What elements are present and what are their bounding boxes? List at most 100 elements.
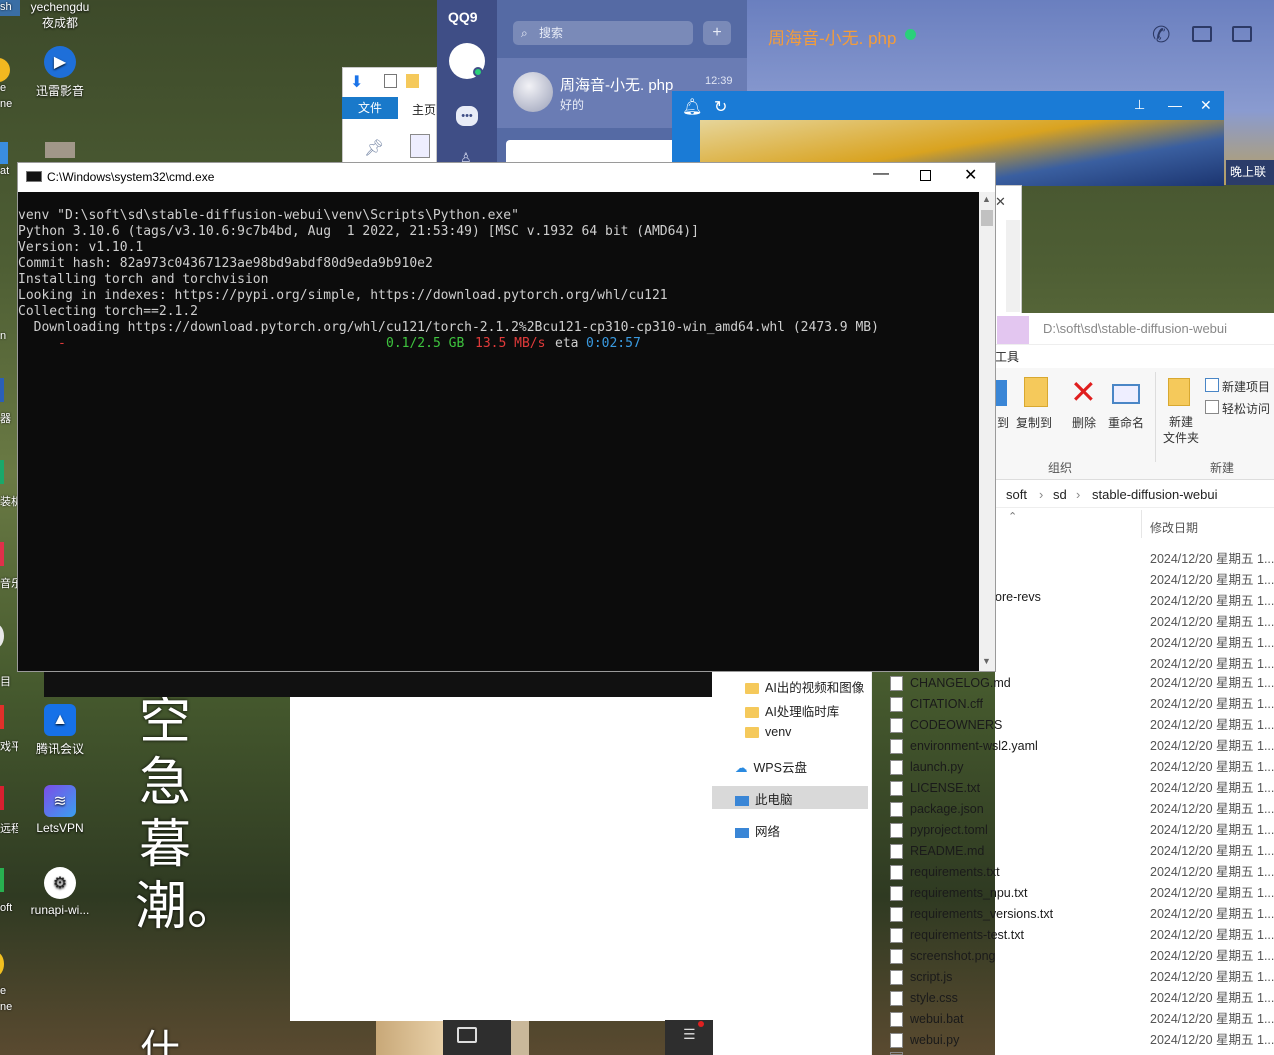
desktop-app-icon[interactable]	[0, 460, 4, 484]
file-name-partial[interactable]: ore-revs	[995, 590, 1041, 604]
file-row[interactable]: screenshot.png 2024/12/20 星期五 1...	[890, 946, 1274, 967]
rename-icon[interactable]	[1112, 384, 1140, 404]
file-row[interactable]: webui.bat 2024/12/20 星期五 1...	[890, 1009, 1274, 1030]
move-to-button[interactable]: 到	[997, 414, 1009, 431]
close-icon[interactable]: ✕	[964, 165, 977, 185]
qq-message-icon[interactable]: •••	[456, 106, 478, 126]
ribbon-tab-tools[interactable]: 工具	[995, 348, 1019, 365]
nav-item-folder[interactable]: AI处理临时库	[745, 701, 839, 720]
file-row[interactable]: CODEOWNERS 2024/12/20 星期五 1...	[890, 715, 1274, 736]
file-row[interactable]: script.js 2024/12/20 星期五 1...	[890, 967, 1274, 988]
file-icon	[890, 928, 903, 943]
file-row[interactable]: launch.py 2024/12/20 星期五 1...	[890, 757, 1274, 778]
folder-icon[interactable]	[457, 1027, 477, 1043]
video-icon[interactable]	[1192, 26, 1212, 42]
easy-access-button[interactable]: 轻松访问	[1222, 400, 1270, 417]
desktop-icon-runapi[interactable]: ⚙ runapi-wi...	[20, 867, 100, 917]
refresh-icon[interactable]: ↻	[714, 97, 727, 117]
new-item-icon[interactable]	[1205, 378, 1219, 392]
close-icon[interactable]: ✕	[1200, 97, 1212, 114]
qq-user-avatar[interactable]	[449, 43, 485, 79]
checkbox-icon[interactable]	[384, 74, 397, 88]
file-row[interactable]: environment-wsl2.yaml 2024/12/20 星期五 1...	[890, 736, 1274, 757]
file-row[interactable]: requirements-test.txt 2024/12/20 星期五 1...	[890, 925, 1274, 946]
nav-item-network[interactable]: 网络	[735, 821, 780, 840]
desktop-user-label[interactable]: yechengdu 夜成都	[28, 0, 92, 31]
file-row[interactable]: CITATION.cff 2024/12/20 星期五 1...	[890, 694, 1274, 715]
download-icon[interactable]: ⬇	[350, 72, 363, 92]
copy-icon[interactable]	[410, 134, 430, 158]
close-icon[interactable]: ✕	[995, 194, 1006, 210]
file-row[interactable]: package.json 2024/12/20 星期五 1...	[890, 799, 1274, 820]
desktop-icon-tencent-meeting[interactable]: ▲ 腾讯会议	[20, 704, 100, 757]
column-header-modified[interactable]: 修改日期	[1150, 519, 1198, 536]
nav-item-folder[interactable]: AI出的视频和图像	[745, 677, 864, 696]
new-folder-icon[interactable]	[1168, 378, 1190, 406]
minimize-icon[interactable]: —	[1168, 97, 1182, 113]
explorer-path-title: D:\soft\sd\stable-diffusion-webui	[1043, 321, 1228, 336]
scrollbar[interactable]	[1006, 220, 1020, 312]
breadcrumb: soft › sd › stable-diffusion-webui	[995, 482, 1274, 508]
file-row[interactable]: CHANGELOG.md 2024/12/20 星期五 1...	[890, 673, 1274, 694]
file-row[interactable]: pyproject.toml 2024/12/20 星期五 1...	[890, 820, 1274, 841]
menu-icon[interactable]: ☰	[683, 1026, 696, 1043]
delete-button[interactable]: 删除	[1072, 414, 1096, 431]
file-icon	[890, 739, 903, 754]
file-row[interactable]: requirements_npu.txt 2024/12/20 星期五 1...	[890, 883, 1274, 904]
nav-item-label: WPS云盘	[753, 761, 807, 775]
file-row[interactable]: webui.py 2024/12/20 星期五 1...	[890, 1030, 1274, 1051]
desktop-app-icon[interactable]	[0, 624, 4, 648]
scroll-thumb[interactable]	[981, 210, 993, 226]
new-item-button[interactable]: 新建项目	[1222, 378, 1270, 395]
file-row[interactable]: style.css 2024/12/20 星期五 1...	[890, 988, 1274, 1009]
nav-item-folder[interactable]: venv	[745, 725, 791, 739]
qq-add-button[interactable]: +	[703, 21, 731, 45]
desktop-app-icon[interactable]	[0, 542, 4, 566]
breadcrumb-item[interactable]: stable-diffusion-webui	[1092, 482, 1218, 508]
tab-file[interactable]: 文件	[342, 97, 398, 119]
desktop-app-icon[interactable]	[0, 868, 4, 892]
minimize-icon[interactable]: —	[873, 165, 889, 183]
sort-up-icon[interactable]: ⌃	[1008, 510, 1017, 523]
file-row[interactable]: requirements.txt 2024/12/20 星期五 1...	[890, 862, 1274, 883]
breadcrumb-item[interactable]: soft	[1006, 482, 1027, 508]
scroll-up-icon[interactable]: ▲	[982, 194, 991, 204]
file-row[interactable]: README.md 2024/12/20 星期五 1...	[890, 841, 1274, 862]
phone-icon[interactable]: ✆	[1152, 22, 1170, 48]
copy-to-button[interactable]: 复制到	[1016, 414, 1052, 431]
desktop-strip-label: oft	[0, 902, 13, 914]
desktop-icon-xunlei[interactable]: ▶ 迅雷影音	[20, 46, 100, 99]
delete-icon[interactable]: ✕	[1070, 374, 1097, 410]
file-row[interactable]: requirements_versions.txt 2024/12/20 星期五 …	[890, 904, 1274, 925]
qq-search-input[interactable]: ⌕ 搜索	[513, 21, 693, 45]
new-folder-button[interactable]: 新建 文件夹	[1161, 414, 1201, 446]
tab-home[interactable]: 主页	[412, 101, 436, 118]
easy-access-icon[interactable]	[1205, 400, 1219, 414]
move-to-icon[interactable]	[995, 380, 1007, 406]
scroll-down-icon[interactable]: ▼	[982, 656, 991, 666]
cmd-line: Commit hash: 82a973c04367123ae98bd9abdf8…	[18, 256, 433, 271]
nav-item-wps-cloud[interactable]: ☁ WPS云盘	[735, 757, 807, 776]
desktop-icon-label: LetsVPN	[36, 821, 84, 835]
rename-button[interactable]: 重命名	[1108, 414, 1144, 431]
nav-item-this-pc[interactable]: 此电脑	[735, 789, 793, 808]
taskbar-item[interactable]	[443, 1020, 511, 1055]
screen-share-icon[interactable]	[1232, 26, 1252, 42]
breadcrumb-item[interactable]: sd	[1053, 482, 1067, 508]
cmd-output[interactable]: venv "D:\soft\sd\stable-diffusion-webui\…	[18, 192, 979, 671]
bell-icon[interactable]: 🔔︎	[682, 97, 702, 117]
desktop-icon-letsvpn[interactable]: ≋ LetsVPN	[20, 785, 100, 835]
desktop-app-icon[interactable]	[0, 786, 4, 810]
desktop-app-icon[interactable]	[0, 58, 10, 82]
desktop-app-icon[interactable]	[0, 142, 8, 164]
cmd-scrollbar[interactable]: ▲ ▼	[979, 192, 995, 671]
file-row[interactable]: LICENSE.txt 2024/12/20 星期五 1...	[890, 778, 1274, 799]
desktop-app-icon[interactable]	[0, 705, 4, 729]
desktop-app-icon[interactable]	[0, 378, 4, 402]
maximize-icon[interactable]	[920, 170, 931, 181]
desktop-app-icon[interactable]	[0, 952, 4, 976]
copy-to-icon[interactable]	[1024, 377, 1048, 407]
pin-icon[interactable]: ⊥	[1134, 97, 1145, 113]
pin-icon[interactable]: 📌︎	[364, 138, 384, 158]
qq-corner-text: 晚上联	[1226, 160, 1274, 185]
